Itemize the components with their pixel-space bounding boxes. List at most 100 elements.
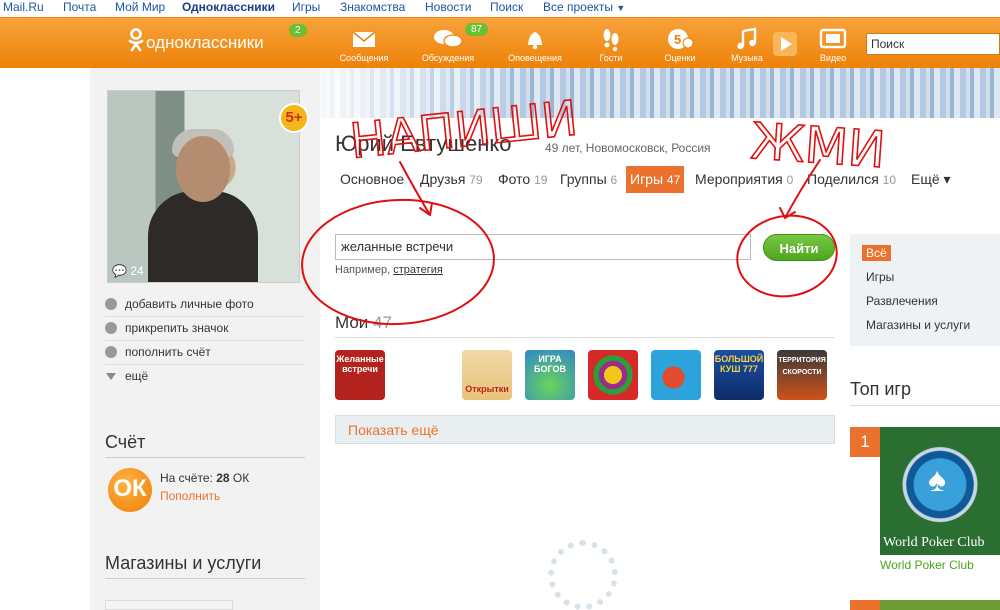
filter-shops[interactable]: Магазины и услуги [866, 318, 970, 332]
shops-heading: Магазины и услуги [105, 553, 305, 579]
game-territoriya-skorosti-label: ТЕРРИТОРИЯ СКОРОСТИ [778, 357, 826, 376]
toplink-novosti[interactable]: Новости [425, 0, 471, 14]
photo-figure-head [176, 136, 230, 202]
more-action-label: ещё [125, 369, 149, 383]
my-games-count: 47 [373, 313, 392, 332]
tab-games-count: 47 [666, 173, 681, 187]
top-games-heading: Топ игр [850, 379, 1000, 406]
filter-entertainment[interactable]: Развлечения [866, 294, 938, 308]
tab-groups[interactable]: Группы 6 [556, 166, 621, 193]
toplink-odnoklassniki[interactable]: Одноклассники [182, 0, 275, 14]
tab-shared[interactable]: Поделился 10 [803, 166, 900, 193]
ok-logo[interactable]: одноклассники [128, 28, 264, 53]
game-balls[interactable] [588, 350, 638, 400]
video-icon [819, 28, 847, 49]
add-photo-action[interactable]: добавить личные фото [105, 293, 305, 317]
tab-events[interactable]: Мероприятия 0 [691, 166, 797, 193]
profile-info: 49 лет, Новомосковск, Россия [545, 141, 711, 155]
header-search-placeholder: Поиск [871, 37, 905, 51]
show-more-button[interactable]: Показать ещё [335, 415, 835, 444]
game-igra-bogov[interactable]: ИГРА БОГОВ [525, 350, 575, 400]
banner-fade [320, 68, 1000, 118]
game-search-value: желанные встречи [341, 239, 454, 254]
music-play-button[interactable] [773, 32, 797, 56]
ok-coin-icon: ОК [108, 468, 152, 512]
game-igra-bogov-label: ИГРА БОГОВ [534, 354, 566, 374]
toplink-poisk[interactable]: Поиск [490, 0, 523, 14]
game-zhelannye-vstrechi[interactable]: Желанные встречи [335, 350, 385, 400]
star-icon [105, 322, 117, 334]
my-games-heading: Мои 47 [335, 313, 835, 338]
world-poker-club-link[interactable]: World Poker Club [880, 558, 974, 572]
toplink-znakomstva[interactable]: Знакомства [340, 0, 405, 14]
chat-bubbles-icon [434, 30, 463, 48]
tab-more-label: Ещё ▾ [911, 171, 951, 187]
toplink-mailru[interactable]: Mail.Ru [3, 0, 44, 14]
tab-photos[interactable]: Фото 19 [494, 166, 551, 193]
nav-messages-label: Сообщения [339, 53, 389, 63]
world-poker-club-thumbnail[interactable]: ♠ World Poker Club [880, 427, 1000, 555]
loading-spinner-icon [548, 540, 618, 610]
my-games-title: Мои [335, 313, 369, 332]
tab-main-label: Основное [340, 171, 405, 187]
filter-games[interactable]: Игры [866, 270, 894, 284]
game-bolshoy-kush[interactable]: БОЛЬШОЙ КУШ 777 [714, 350, 764, 400]
more-action[interactable]: ещё [105, 365, 305, 389]
next-top-game[interactable] [850, 600, 1000, 610]
toplink-moy-mir[interactable]: Мой Мир [115, 0, 165, 14]
nav-music[interactable]: Музыка [717, 26, 777, 64]
tab-friends[interactable]: Друзья 79 [416, 166, 487, 193]
game-territoriya-skorosti[interactable]: ТЕРРИТОРИЯ СКОРОСТИ [777, 350, 827, 400]
add-photo-label: добавить личные фото [125, 297, 254, 311]
tab-photos-count: 19 [534, 173, 548, 187]
toplink-igry[interactable]: Игры [292, 0, 320, 14]
game-otkrytki[interactable]: Открытки [462, 350, 512, 400]
hint-example-link[interactable]: стратегия [393, 264, 443, 276]
account-heading: Счёт [105, 432, 305, 458]
poker-thumbnail-title: World Poker Club [883, 535, 985, 550]
game-search-input[interactable]: желанные встречи [335, 234, 751, 260]
game-fish[interactable] [651, 350, 701, 400]
nav-messages[interactable]: Сообщения [334, 26, 394, 64]
tab-groups-count: 6 [610, 173, 618, 187]
triangle-down-icon [106, 373, 116, 380]
nav-notifications[interactable]: Оповещения [505, 26, 565, 64]
music-note-icon [737, 27, 757, 50]
tab-more[interactable]: Ещё ▾ [907, 166, 955, 193]
tab-friends-label: Друзья [420, 171, 466, 187]
header-search-input[interactable]: Поиск [866, 33, 1000, 55]
toplink-pochta[interactable]: Почта [63, 0, 96, 14]
topup-action[interactable]: пополнить счёт [105, 341, 305, 365]
search-field-circle [301, 198, 495, 326]
shop-thumbnail[interactable] [105, 600, 233, 610]
discussions-badge: 87 [465, 23, 489, 36]
bell-icon [528, 32, 542, 50]
topup-link[interactable]: Пополнить [160, 489, 220, 503]
nav-ratings[interactable]: 5 Оценки [650, 26, 710, 64]
nav-guests[interactable]: Гости [581, 26, 641, 64]
find-button[interactable]: Найти [763, 234, 835, 261]
tab-games[interactable]: Игры 47 [626, 166, 685, 193]
photo-comments[interactable]: 💬 24 [112, 264, 144, 278]
tab-shared-label: Поделился [807, 171, 879, 187]
five-plus-badge[interactable]: 5+ [279, 103, 309, 133]
comment-icon: 💬 [112, 264, 127, 278]
toplink-all-projects[interactable]: Все проекты ▼ [543, 0, 625, 14]
camera-icon [105, 298, 117, 310]
logo-badge: 2 [289, 24, 307, 37]
balance-value: 28 [216, 471, 230, 485]
tab-main[interactable]: Основное [336, 166, 408, 193]
main-header: одноклассники 2 Сообщения Обсуждения 87 … [0, 17, 1000, 68]
envelope-icon [352, 31, 376, 47]
nav-guests-label: Гости [599, 53, 623, 63]
filter-all[interactable]: Всё [862, 245, 891, 261]
nav-notifications-label: Оповещения [508, 53, 562, 63]
search-hint: Например, стратегия [335, 264, 443, 276]
profile-photo[interactable]: 💬 24 [107, 90, 300, 283]
svg-text:5: 5 [674, 32, 681, 47]
attach-badge-action[interactable]: прикрепить значок [105, 317, 305, 341]
profile-name[interactable]: Юрий Евтушенко [335, 131, 512, 157]
topup-action-label: пополнить счёт [125, 345, 211, 359]
nav-video[interactable]: Видео [803, 26, 863, 64]
nav-discussions-label: Обсуждения [421, 53, 475, 63]
